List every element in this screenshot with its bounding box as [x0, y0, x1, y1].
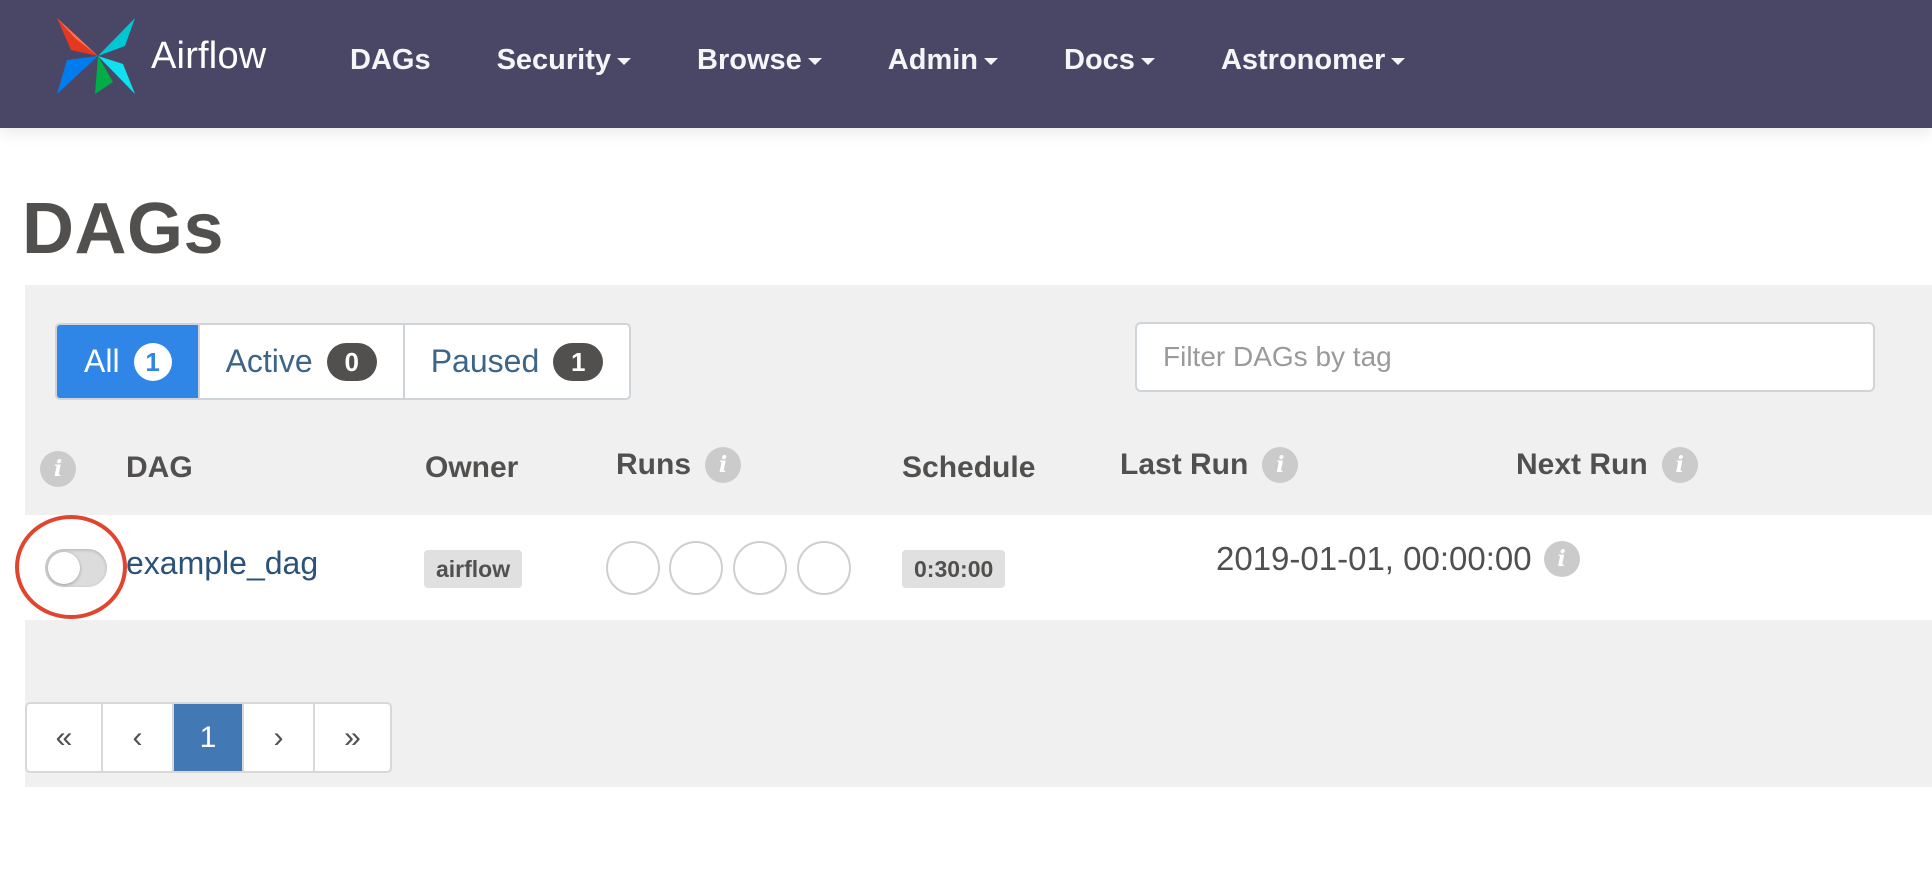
caret-down-icon	[984, 58, 999, 65]
header-toggle-info: i	[40, 451, 76, 487]
brand[interactable]: Airflow	[55, 16, 266, 96]
run-status-circle[interactable]	[733, 541, 787, 595]
nav-browse[interactable]: Browse	[697, 44, 822, 77]
nav-astronomer-label: Astronomer	[1220, 43, 1386, 76]
first-page-button[interactable]: «	[27, 704, 103, 771]
tab-all-count-badge: 1	[133, 342, 172, 381]
tab-paused[interactable]: Paused 1	[405, 325, 630, 398]
header-next-run-label: Next Run	[1516, 448, 1648, 481]
header-schedule-label: Schedule	[902, 451, 1036, 484]
nav-astronomer[interactable]: Astronomer	[1220, 43, 1406, 77]
schedule-label[interactable]: 0:30:00	[902, 550, 1006, 588]
info-icon[interactable]: i	[40, 451, 76, 487]
airflow-logo-icon	[57, 18, 135, 94]
dag-pause-toggle[interactable]	[45, 549, 107, 587]
nav-dags-label: DAGs	[350, 43, 431, 76]
caret-down-icon	[807, 58, 822, 65]
caret-down-icon	[1391, 58, 1406, 65]
tab-active-label: Active	[225, 343, 313, 379]
header-schedule: Schedule	[902, 451, 1035, 485]
brand-name: Airflow	[151, 34, 267, 77]
nav-docs-label: Docs	[1064, 43, 1135, 76]
status-filter-tabs: All 1 Active 0 Paused 1	[55, 323, 632, 400]
nav-dags[interactable]: DAGs	[350, 44, 431, 77]
navbar: Airflow DAGs Security Browse Admin Docs …	[0, 0, 1932, 128]
nav-browse-label: Browse	[697, 43, 802, 76]
last-page-button[interactable]: »	[315, 704, 390, 771]
table-row: example_dag airflow 0:30:00 2019-01-01, …	[15, 515, 1932, 620]
run-status-circle[interactable]	[669, 541, 723, 595]
info-icon[interactable]: i	[1262, 447, 1299, 483]
header-owner-label: Owner	[425, 451, 519, 484]
header-owner[interactable]: Owner	[425, 451, 518, 485]
nav-security-label: Security	[496, 43, 612, 76]
nav-docs[interactable]: Docs	[1064, 44, 1155, 77]
tab-all-label: All	[84, 343, 120, 379]
toggle-knob	[48, 552, 80, 584]
run-status-circle[interactable]	[797, 541, 851, 595]
info-icon[interactable]: i	[1661, 447, 1698, 483]
header-dag-label: DAG	[126, 451, 193, 484]
current-page-button[interactable]: 1	[174, 704, 244, 771]
header-dag[interactable]: DAG	[126, 451, 193, 485]
tab-paused-label: Paused	[430, 343, 540, 379]
caret-down-icon	[617, 58, 632, 65]
dags-panel: All 1 Active 0 Paused 1 i DAG Owner Runs…	[15, 285, 1932, 787]
tab-paused-count-badge: 1	[553, 342, 604, 381]
tab-active-count-badge: 0	[326, 342, 377, 381]
pagination: « ‹ 1 › »	[25, 702, 392, 773]
next-run-cell: 2019-01-01, 00:00:00 i	[1216, 540, 1580, 578]
header-runs-label: Runs	[616, 448, 691, 481]
tag-filter-input[interactable]	[1135, 322, 1875, 392]
run-status-circle[interactable]	[606, 541, 660, 595]
info-icon[interactable]: i	[1543, 541, 1580, 577]
tab-all[interactable]: All 1	[57, 325, 200, 398]
next-run-value: 2019-01-01, 00:00:00	[1216, 540, 1532, 577]
tab-active[interactable]: Active 0	[200, 325, 405, 398]
header-last-run: Last Run i	[1120, 447, 1299, 483]
header-next-run: Next Run i	[1516, 447, 1698, 483]
nav-admin-label: Admin	[887, 43, 979, 76]
info-icon[interactable]: i	[705, 447, 741, 483]
header-last-run-label: Last Run	[1120, 448, 1249, 481]
next-page-button[interactable]: ›	[244, 704, 315, 771]
owner-label: airflow	[424, 550, 523, 588]
dag-link[interactable]: example_dag	[126, 545, 318, 582]
prev-page-button[interactable]: ‹	[103, 704, 174, 771]
nav-security[interactable]: Security	[496, 43, 632, 77]
page-title: DAGs	[22, 189, 225, 269]
header-runs: Runs i	[616, 447, 741, 483]
nav-menu: DAGs Security Browse Admin Docs Astronom…	[350, 0, 1471, 120]
caret-down-icon	[1140, 58, 1155, 65]
nav-admin[interactable]: Admin	[887, 43, 999, 77]
